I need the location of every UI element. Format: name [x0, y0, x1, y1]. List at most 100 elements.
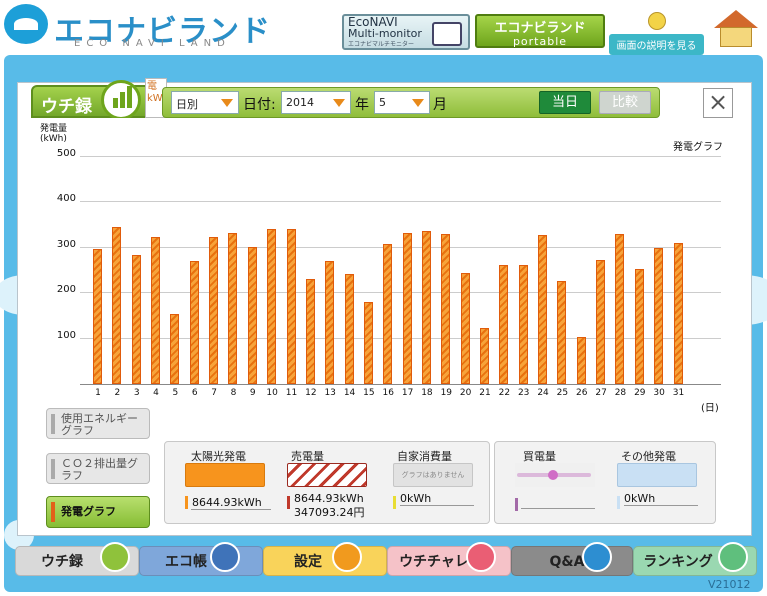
- x-tick-label: 29: [634, 388, 646, 398]
- other-swatch: [617, 463, 697, 487]
- indicator-bar: [51, 414, 55, 434]
- portable-title: エコナビランド: [494, 21, 586, 36]
- y-tick-label: 200: [56, 284, 76, 295]
- nav-uchiroku[interactable]: ウチ録: [15, 542, 139, 576]
- y-tick-label: 300: [56, 239, 76, 250]
- nav-qa-label: Q&A: [549, 554, 585, 570]
- legend-panel-generation: 太陽光発電 8644.93kWh 売電量 8644.93kWh 347093.2…: [164, 441, 490, 524]
- bar-day-18: [421, 230, 431, 384]
- bar-day-10: [267, 228, 277, 384]
- nav-ecocho[interactable]: エコ帳: [139, 542, 263, 576]
- bar-day-5: [170, 314, 180, 384]
- bar-day-8: [228, 233, 238, 384]
- bar-day-3: [131, 254, 141, 384]
- econavi-multimonitor-button[interactable]: EcoNAVI Multi-monitor エコナビマルチモニター: [342, 14, 470, 50]
- x-tick-label: 6: [191, 388, 198, 398]
- screen-help-button[interactable]: 画面の説明を見る: [609, 12, 704, 55]
- compare-button[interactable]: 比較: [599, 91, 651, 114]
- close-icon[interactable]: ×: [703, 88, 733, 118]
- bar-day-14: [344, 273, 354, 384]
- x-tick-label: 4: [153, 388, 159, 398]
- self-label: 自家消費量: [397, 450, 452, 463]
- header: エコナビランド ECO NAVI LAND EcoNAVI Multi-moni…: [0, 0, 767, 55]
- bar-day-13: [325, 260, 335, 384]
- flag-icon: [466, 542, 496, 572]
- bar-day-23: [518, 264, 528, 384]
- year-select[interactable]: 2014: [281, 91, 351, 114]
- sold-marker: [287, 496, 290, 509]
- energy-graph-button[interactable]: 使用エネルギーグラフ: [46, 408, 150, 439]
- bar-day-1: [93, 249, 102, 384]
- co2-graph-button[interactable]: ＣＯ２排出量グラフ: [46, 453, 150, 484]
- x-tick-label: 24: [537, 388, 549, 398]
- self-marker: [393, 496, 396, 509]
- nav-qa[interactable]: Q&A: [511, 542, 633, 576]
- underline: [521, 508, 595, 509]
- bar-day-20: [460, 273, 470, 384]
- bar-day-25: [557, 281, 567, 384]
- month-value: 5: [379, 96, 386, 109]
- portable-button[interactable]: エコナビランド portable: [475, 14, 605, 48]
- today-button[interactable]: 当日: [539, 91, 591, 114]
- x-axis-unit: (日): [701, 403, 719, 414]
- gen-graph-button[interactable]: 発電グラフ: [46, 496, 150, 528]
- period-select[interactable]: 日別: [171, 91, 239, 114]
- period-value: 日別: [176, 98, 198, 111]
- other-value: 0kWh: [624, 492, 656, 505]
- version-label: V21012: [708, 578, 751, 591]
- x-tick-label: 9: [249, 388, 256, 398]
- buy-slider-knob[interactable]: [548, 470, 558, 480]
- y-tick-label: 100: [56, 330, 76, 341]
- monitor-icon: [432, 22, 462, 46]
- chevron-down-icon: [221, 99, 233, 107]
- sold-yen: 347093.24円: [294, 506, 365, 519]
- month-label: 月: [433, 97, 447, 113]
- bar-day-6: [189, 260, 199, 384]
- bar-day-31: [673, 242, 683, 384]
- bar-day-30: [654, 248, 664, 384]
- gridline: [80, 156, 721, 157]
- uchiroku-title-tab: ウチ録: [31, 80, 161, 120]
- nav-uchichare[interactable]: ウチチャレ: [387, 542, 511, 576]
- bar-day-15: [363, 301, 373, 384]
- bar-day-27: [596, 259, 606, 384]
- x-tick-label: 3: [133, 388, 140, 398]
- nav-ranking[interactable]: ランキング: [633, 542, 757, 576]
- y-tick-label: 500: [56, 148, 76, 159]
- solar-swatch: [185, 463, 265, 487]
- legend-panel-other: 買電量 その他発電 0kWh: [494, 441, 716, 524]
- self-value: 0kWh: [400, 492, 432, 505]
- y-tick-label: 400: [56, 193, 76, 204]
- bar-chart-icon: [101, 80, 141, 120]
- co2-graph-label: ＣＯ２排出量グラフ: [61, 457, 138, 482]
- bar-day-16: [383, 244, 393, 384]
- solar-value: 8644.93kWh: [192, 496, 262, 509]
- x-tick-label: 7: [211, 388, 217, 398]
- year-label: 年: [355, 97, 369, 113]
- x-tick-label: 21: [479, 388, 491, 398]
- month-select[interactable]: 5: [374, 91, 430, 114]
- x-tick-label: 13: [324, 388, 336, 398]
- x-tick-label: 23: [517, 388, 530, 398]
- x-axis: [80, 384, 721, 385]
- nav-settings[interactable]: 設定: [263, 542, 387, 576]
- bar-day-26: [576, 337, 586, 384]
- x-tick-label: 15: [363, 388, 375, 398]
- self-no-graph: グラフはありません: [393, 463, 473, 487]
- date-controls: 日別 日付: 2014 年 5 月 当日 比較: [162, 87, 660, 118]
- notebook-icon: [210, 542, 240, 572]
- x-tick-label: 31: [672, 388, 685, 398]
- bar-day-28: [615, 233, 625, 384]
- buy-slider[interactable]: [515, 463, 595, 487]
- bar-day-11: [286, 229, 296, 384]
- bar-day-22: [499, 264, 509, 384]
- underline: [400, 505, 474, 506]
- bar-day-7: [209, 236, 219, 384]
- x-tick-label: 14: [343, 388, 356, 398]
- help-label: 画面の説明を見る: [609, 34, 704, 55]
- buy-marker: [515, 498, 518, 511]
- x-tick-label: 25: [556, 388, 569, 398]
- home-icon[interactable]: [712, 10, 760, 50]
- eco-navi-land-logo[interactable]: エコナビランド ECO NAVI LAND: [4, 4, 270, 50]
- mascot-icon: [647, 12, 666, 30]
